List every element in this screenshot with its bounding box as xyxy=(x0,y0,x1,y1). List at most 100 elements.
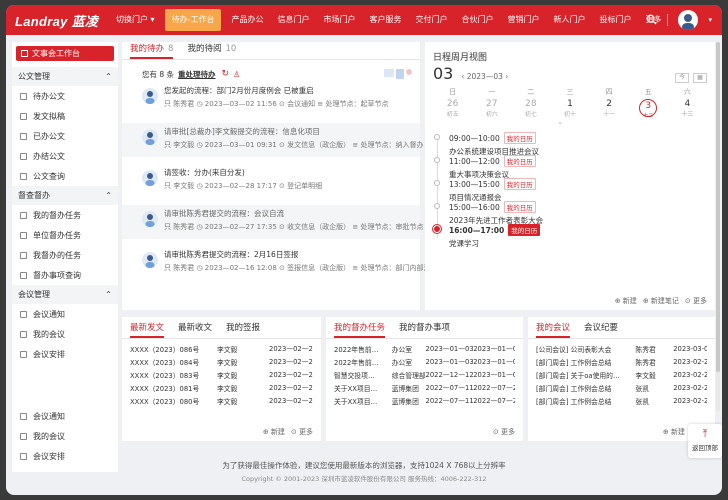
todo-item[interactable]: 请签收：分办(来自分发) 只 李文毅 ◷ 2023—02—28 17:17 ⊙ 登… xyxy=(122,164,420,198)
avatar[interactable] xyxy=(678,10,699,30)
calendar-day[interactable]: 日 26 初五 xyxy=(433,87,472,118)
nav-item-10[interactable]: 投标门户 xyxy=(592,5,638,35)
footer-action[interactable]: ⊕ 新建 xyxy=(615,296,637,306)
calendar-day[interactable]: 三 1 初十 xyxy=(550,87,589,118)
todo-title[interactable]: 请审批[总裁办]李文毅提交的流程：信息化项目 xyxy=(164,126,423,137)
todo-item[interactable]: 请审批[总裁办]李文毅提交的流程：信息化项目只 李文毅 ◷ 2023—03—01… xyxy=(122,123,423,157)
footer-action[interactable]: ⊙ 更多 xyxy=(291,427,313,437)
calendar-day[interactable]: 一 27 初六 xyxy=(472,87,511,118)
sidebar-group-2[interactable]: 会议管理 ⌃ xyxy=(12,285,118,304)
sidebar-item[interactable]: 会议通知 xyxy=(12,304,118,324)
tab-1[interactable]: 最新收文 xyxy=(178,320,212,338)
chevron-up-icon[interactable]: ⌃ xyxy=(105,191,112,200)
todo-title[interactable]: 请审批陈秀君提交的流程：2月16日签报 xyxy=(164,249,437,260)
sidebar-item[interactable]: 单位督办任务 xyxy=(12,225,118,245)
calendar-event[interactable]: 11:00—12:00 我的日历 重大事项决策会议 xyxy=(425,155,715,179)
scrollbar[interactable] xyxy=(716,42,720,412)
sidebar-item[interactable]: 公文查询 xyxy=(12,166,118,186)
table-row[interactable]: XXXX（2023）084号 李文毅 2023—02—28 xyxy=(130,355,313,368)
calendar-event[interactable]: 15:00—16:00 我的日历 2023年先进工作者表彰大会 xyxy=(425,201,715,225)
footer-action[interactable]: ⊕ 新建笔记 xyxy=(643,296,679,306)
tab-0[interactable]: 我的会议 xyxy=(536,320,571,338)
calendar-day[interactable]: 六 4 十三 xyxy=(668,87,707,118)
nav-item-3[interactable]: 信息门户 xyxy=(270,5,316,35)
tab-todo-0[interactable]: 我的待办 8 xyxy=(130,41,174,59)
nav-item-6[interactable]: 交付门户 xyxy=(408,5,454,35)
sidebar-item[interactable]: 已办公文 xyxy=(12,126,118,146)
table-row[interactable]: XXXX（2023）080号 李文毅 2023—02—26 xyxy=(130,394,313,407)
scrollbar-thumb[interactable] xyxy=(716,42,720,372)
refresh-icon[interactable]: ↻ xyxy=(222,69,230,79)
table-row[interactable]: [部门周会] 工作例会总结 张凯 2023-02-28 xyxy=(536,381,707,394)
sidebar-item[interactable]: 办结公文 xyxy=(12,146,118,166)
chevron-up-icon[interactable]: ⌃ xyxy=(105,290,112,299)
sidebar-item[interactable]: 会议安排 xyxy=(12,344,118,364)
tab-2[interactable]: 我的签报 xyxy=(226,320,260,338)
calendar-day[interactable]: 二 28 初七 xyxy=(511,87,550,118)
table-row[interactable]: 2022年售前… 办公室 2023—01—032023—01—06 xyxy=(334,342,515,355)
nav-item-1[interactable]: 待办-工作台 xyxy=(164,9,222,31)
footer-action[interactable]: ⊕ 新建 xyxy=(263,427,285,437)
tab-1[interactable]: 会议纪要 xyxy=(584,320,618,338)
footer-action[interactable]: ⊙ 更多 xyxy=(685,296,707,306)
table-row[interactable]: [公司会议] 公司表彰大会 陈秀君 2023-03-01 xyxy=(536,342,707,355)
sidebar-item[interactable]: 督办事项查询 xyxy=(12,265,118,285)
workbench-button[interactable]: 文事会工作台 xyxy=(16,46,114,61)
table-cell: 2023-02-28 xyxy=(673,370,707,379)
chevron-down-icon[interactable]: ▾ xyxy=(708,16,712,24)
tab-1[interactable]: 我的督办事项 xyxy=(399,320,450,338)
todo-title[interactable]: 您发起的流程：部门2月份月度例会 已被重启 xyxy=(164,85,388,96)
nav-item-7[interactable]: 合伙门户 xyxy=(454,5,500,35)
nav-item-9[interactable]: 新人门户 xyxy=(546,5,592,35)
table-row[interactable]: 2022年售前… 办公室 2023—01—032023—01—06 xyxy=(334,355,515,368)
month-switcher[interactable]: ‹ 2023—03 › xyxy=(461,72,508,81)
back-to-top-button[interactable]: ⤒ 返回顶部 xyxy=(688,424,722,458)
search-icon[interactable] xyxy=(646,14,658,27)
today-view-icon[interactable]: 今 xyxy=(675,73,689,83)
table-row[interactable]: [部门周会] 关于oa使用的… 李文毅 2023-02-28 xyxy=(536,368,707,381)
nav-item-8[interactable]: 营销门户 xyxy=(500,5,546,35)
todo-item[interactable]: 请审批陈秀君提交的流程：2月16日签报只 陈秀君 ◷ 2023—02—16 12… xyxy=(122,246,437,280)
chevron-up-icon[interactable]: ⌃ xyxy=(105,72,112,81)
sidebar-group-0[interactable]: 公文管理 ⌃ xyxy=(12,67,118,86)
sidebar-item[interactable]: 发文拟稿 xyxy=(12,106,118,126)
todo-item[interactable]: 您发起的流程：部门2月份月度例会 已被重启只 陈秀君 ◷ 2023—03—02 … xyxy=(122,82,420,116)
table-row[interactable]: XXXX（2023）081号 李文毅 2023—02—26 xyxy=(130,381,313,394)
sidebar-item[interactable]: 我的会议 xyxy=(12,324,118,344)
view-toggle[interactable]: 今 ▦ xyxy=(675,73,707,83)
nav-item-0[interactable]: 切换门户 ▾ xyxy=(109,5,162,35)
sidebar-item[interactable]: 会议通知 xyxy=(12,406,118,426)
calendar-week-chevron-icon[interactable]: ⌄ xyxy=(405,118,715,126)
calendar-day[interactable]: 五 3 十二 xyxy=(629,87,668,119)
nav-item-4[interactable]: 市场门户 xyxy=(316,5,362,35)
table-row[interactable]: 关于XX项目… 蓝博集团 2022—07—112022—07—20 xyxy=(334,394,515,407)
calendar-grid-icon[interactable]: ▦ xyxy=(693,73,707,83)
footer-action[interactable]: ⊙ 更多 xyxy=(493,427,515,437)
sidebar-item[interactable]: 待办公文 xyxy=(12,86,118,106)
calendar-day[interactable]: 四 2 十一 xyxy=(590,87,629,118)
sidebar-item[interactable]: 我的督办任务 xyxy=(12,205,118,225)
nav-item-2[interactable]: 产品办公 xyxy=(224,5,270,35)
calendar-event[interactable]: 13:00—15:00 我的日历 项目情况通报会 xyxy=(425,178,715,202)
tab-0[interactable]: 我的督办任务 xyxy=(334,320,386,338)
todo-item[interactable]: 请审批陈秀君提交的流程：会议自流只 陈秀君 ◷ 2023—02—27 17:35… xyxy=(122,205,423,239)
nav-item-5[interactable]: 客户服务 xyxy=(362,5,408,35)
sidebar-item[interactable]: 我的会议 xyxy=(12,426,118,446)
table-row[interactable]: 关于XX项目… 蓝博集团 2022—07—112022—07—20 xyxy=(334,381,515,394)
table-row[interactable]: XXXX（2023）083号 李文毅 2023—02—28 xyxy=(130,368,313,381)
todo-title[interactable]: 请审批陈秀君提交的流程：会议自流 xyxy=(164,208,423,219)
table-row[interactable]: 智慧交投项… 综合管理部2022—12—122023—01—06 xyxy=(334,368,515,381)
table-row[interactable]: [部门周会] 工作例会总结 陈秀君 2023-02-28 xyxy=(536,355,707,368)
todo-title[interactable]: 请签收：分办(来自分发) xyxy=(164,167,322,178)
calendar-event[interactable]: 09:00—10:00 我的日历 办公系统建设项目推进会议 xyxy=(425,132,715,156)
sidebar-item[interactable]: 我督办的任务 xyxy=(12,245,118,265)
footer-action[interactable]: ⊕ 新建 xyxy=(663,427,685,437)
user-icon[interactable]: ♙ xyxy=(233,70,240,79)
tab-0[interactable]: 最新发文 xyxy=(130,320,165,338)
sidebar-group-1[interactable]: 督查督办 ⌃ xyxy=(12,186,118,205)
table-row[interactable]: XXXX（2023）086号 李文毅 2023—02—28 xyxy=(130,342,313,355)
table-row[interactable]: [部门周会] 工作例会总结 张凯 2023-02-28 xyxy=(536,394,707,407)
tab-todo-1[interactable]: 我的待阅 10 xyxy=(187,41,236,59)
reprocess-link[interactable]: 重处理待办 xyxy=(178,69,216,80)
calendar-event[interactable]: 16:00—17:00 我的日历 党课学习 xyxy=(425,224,715,248)
